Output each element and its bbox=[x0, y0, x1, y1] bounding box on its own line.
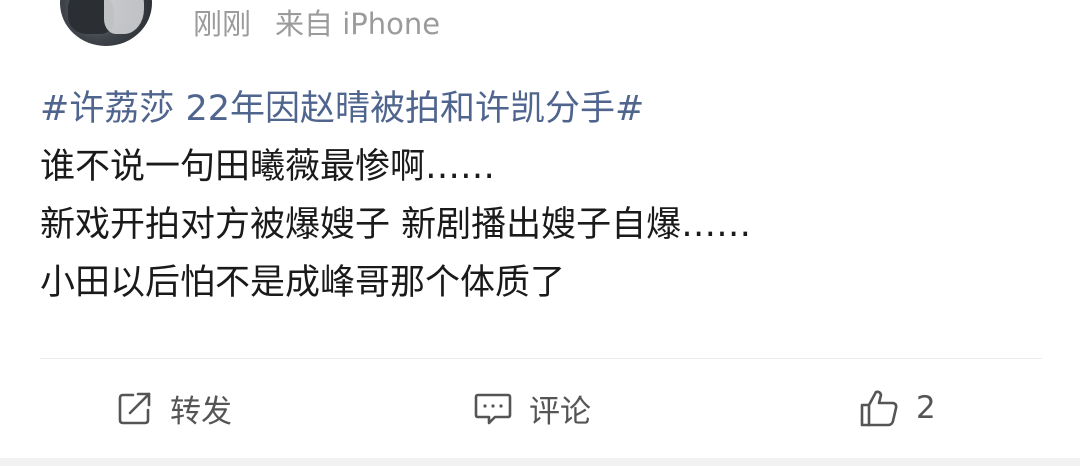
post-text-line-2: 新戏开拍对方被爆嫂子 新剧播出嫂子自爆…… bbox=[40, 205, 752, 245]
card-bottom-separator bbox=[0, 458, 1080, 466]
post-text-line-1: 谁不说一句田曦薇最惨啊…… bbox=[40, 147, 496, 187]
repost-button[interactable]: 转发 bbox=[116, 380, 232, 436]
avatar[interactable] bbox=[60, 0, 152, 46]
comment-icon bbox=[473, 389, 513, 427]
post-source: 来自 iPhone bbox=[275, 7, 441, 41]
post-time: 刚刚 bbox=[193, 7, 252, 41]
avatar-highlight bbox=[104, 0, 144, 34]
post-content: #许荔莎 22年因赵晴被拍和许凯分手# 谁不说一句田曦薇最惨啊…… 新戏开拍对方… bbox=[40, 80, 1050, 312]
share-square-icon bbox=[116, 389, 154, 427]
repost-label: 转发 bbox=[170, 393, 232, 430]
like-count: 2 bbox=[916, 390, 936, 426]
action-bar: 转发 评论 2 bbox=[0, 380, 1080, 436]
weibo-post-card: 刚刚 来自 iPhone #许荔莎 22年因赵晴被拍和许凯分手# 谁不说一句田曦薇… bbox=[0, 0, 1080, 466]
post-text-line-3: 小田以后怕不是成峰哥那个体质了 bbox=[40, 263, 566, 303]
topic-hashtag-link[interactable]: #许荔莎 22年因赵晴被拍和许凯分手# bbox=[40, 80, 1050, 138]
comment-label: 评论 bbox=[529, 393, 591, 430]
like-button[interactable]: 2 bbox=[858, 380, 936, 436]
post-meta: 刚刚 来自 iPhone bbox=[193, 6, 440, 42]
comment-button[interactable]: 评论 bbox=[473, 380, 591, 436]
thumbs-up-icon bbox=[858, 388, 900, 428]
divider bbox=[40, 358, 1042, 359]
